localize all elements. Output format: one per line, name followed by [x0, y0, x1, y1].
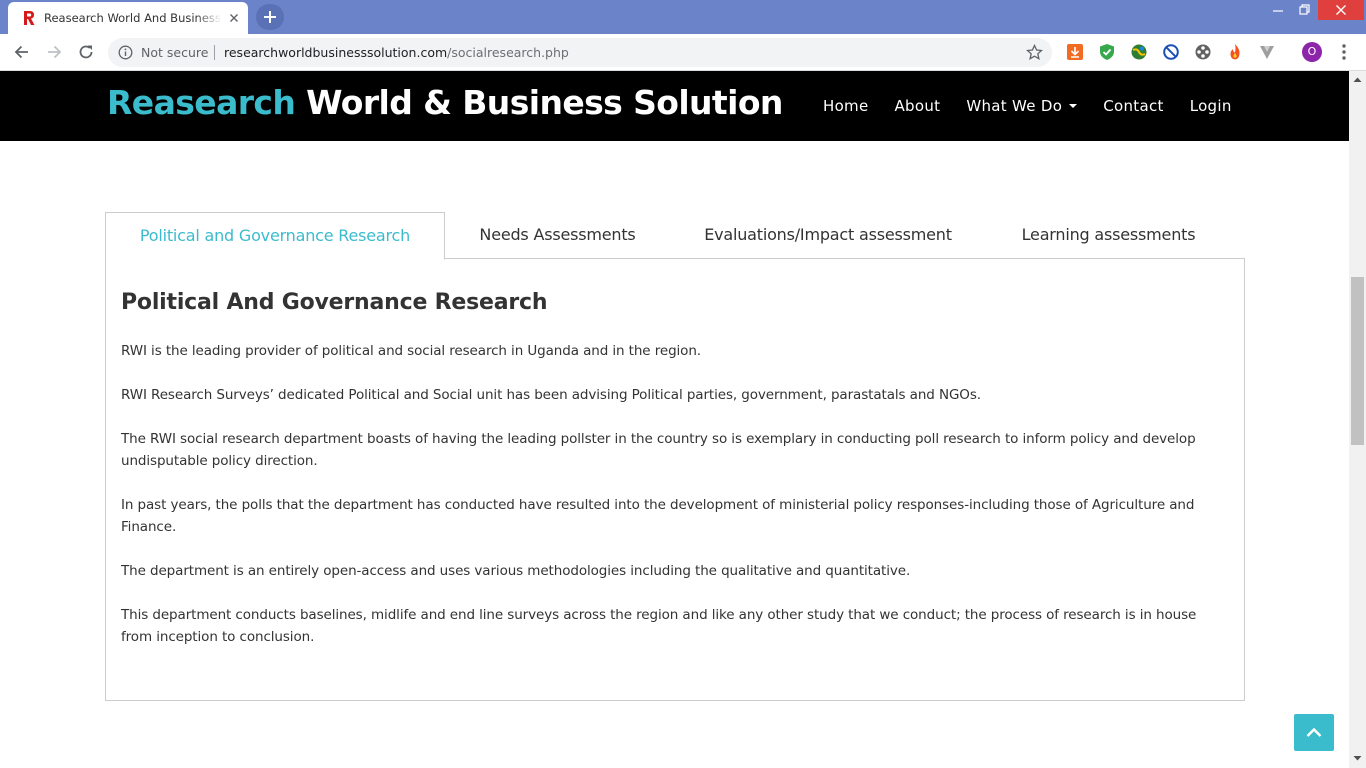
globe-extension-icon[interactable] — [1130, 43, 1148, 61]
browser-tab[interactable]: Reasearch World And Business Solution — [8, 2, 248, 34]
tab-learning-assessments[interactable]: Learning assessments — [986, 212, 1231, 259]
paragraph-1: RWI is the leading provider of political… — [121, 343, 701, 359]
scroll-up-arrow-icon[interactable] — [1353, 75, 1362, 84]
address-bar[interactable]: Not secure researchworldbusinesssolution… — [108, 38, 1052, 67]
star-icon[interactable] — [1026, 44, 1043, 61]
browser-toolbar: Not secure researchworldbusinesssolution… — [0, 34, 1366, 71]
restore-window-button[interactable] — [1292, 0, 1316, 20]
nav-contact[interactable]: Contact — [1103, 97, 1163, 115]
nav-what-we-do-label: What We Do — [966, 97, 1063, 115]
tab-evaluations-impact[interactable]: Evaluations/Impact assessment — [670, 212, 986, 259]
nav-what-we-do[interactable]: What We Do — [966, 97, 1078, 115]
reload-icon[interactable] — [76, 42, 96, 62]
block-extension-icon[interactable] — [1162, 43, 1180, 61]
url-domain: researchworldbusinesssolution.com — [224, 45, 448, 60]
new-tab-button[interactable] — [256, 4, 284, 30]
brand-accent-text: Reasearch — [107, 83, 296, 122]
restore-icon — [1299, 4, 1310, 15]
menu-dots-icon[interactable] — [1336, 43, 1352, 61]
address-separator — [214, 45, 215, 60]
back-arrow-icon[interactable] — [12, 42, 32, 62]
paragraph-5: The department is an entirely open-acces… — [121, 563, 911, 579]
page-viewport: Reasearch World & Business Solution Home… — [0, 71, 1349, 768]
url-text[interactable]: researchworldbusinesssolution.com/social… — [224, 45, 569, 60]
url-path: /socialresearch.php — [447, 45, 569, 60]
paragraph-4: In past years, the polls that the depart… — [121, 497, 1195, 535]
shield-extension-icon[interactable] — [1098, 43, 1116, 61]
tab-needs-assessments[interactable]: Needs Assessments — [445, 212, 670, 259]
browser-tab-title: Reasearch World And Business Solution — [44, 11, 222, 25]
browser-tab-strip: Reasearch World And Business Solution — [0, 0, 1366, 34]
info-icon[interactable] — [118, 45, 133, 60]
tab-panel: Political And Governance Research RWI is… — [105, 258, 1245, 701]
scroll-down-arrow-icon[interactable] — [1353, 754, 1362, 763]
paragraph-3: The RWI social research department boast… — [121, 431, 1196, 469]
nav-home[interactable]: Home — [823, 97, 869, 115]
film-extension-icon[interactable] — [1194, 43, 1212, 61]
back-to-top-button[interactable] — [1294, 714, 1334, 751]
minimize-window-button[interactable] — [1266, 0, 1290, 20]
close-icon — [1336, 5, 1346, 15]
nav-login[interactable]: Login — [1190, 97, 1232, 115]
site-brand[interactable]: Reasearch World & Business Solution — [107, 83, 783, 122]
not-secure-label: Not secure — [141, 45, 209, 60]
research-tab-bar: Political and Governance Research Needs … — [105, 212, 1245, 260]
forward-arrow-icon[interactable] — [44, 42, 64, 62]
profile-avatar[interactable]: O — [1302, 42, 1322, 62]
page-scrollbar[interactable] — [1349, 71, 1366, 768]
panel-heading: Political And Governance Research — [121, 290, 548, 315]
paragraph-2: RWI Research Surveys’ dedicated Politica… — [121, 387, 981, 403]
nav-about[interactable]: About — [895, 97, 941, 115]
site-favicon-icon — [24, 11, 35, 25]
minimize-icon — [1273, 10, 1283, 12]
close-window-button[interactable] — [1318, 0, 1364, 20]
scrollbar-thumb[interactable] — [1351, 277, 1364, 445]
main-nav: Home About What We Do Contact Login — [810, 71, 1245, 141]
plus-icon — [264, 11, 276, 23]
vpn-extension-icon[interactable] — [1258, 43, 1276, 61]
chevron-up-icon — [1306, 727, 1322, 737]
tab-political-governance[interactable]: Political and Governance Research — [105, 212, 445, 260]
caret-down-icon — [1069, 104, 1078, 108]
close-tab-icon[interactable] — [226, 10, 242, 26]
download-extension-icon[interactable] — [1066, 43, 1084, 61]
brand-rest-text: World & Business Solution — [295, 83, 783, 122]
fire-extension-icon[interactable] — [1226, 43, 1244, 61]
site-navbar: Reasearch World & Business Solution Home… — [0, 71, 1349, 141]
paragraph-6: This department conducts baselines, midl… — [121, 607, 1197, 645]
